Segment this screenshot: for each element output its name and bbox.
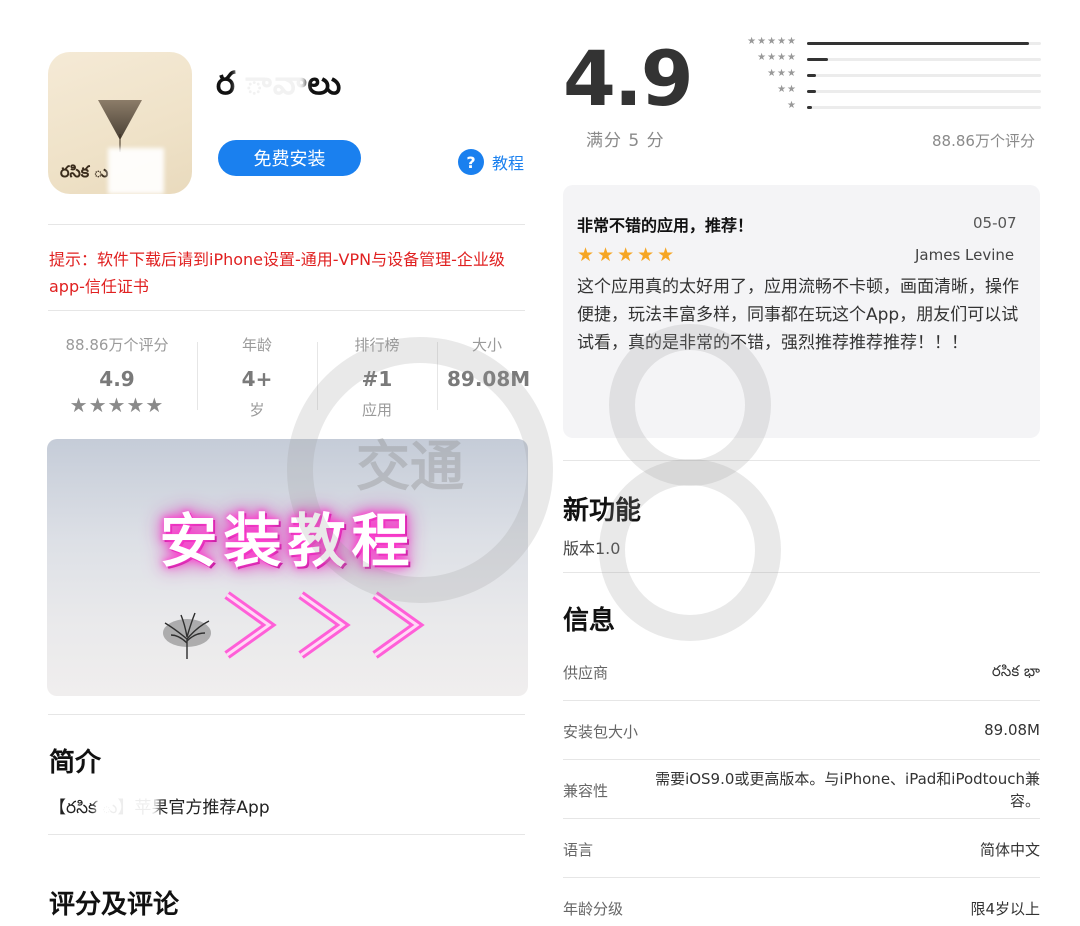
bar-stars: ★★★★: [757, 52, 797, 63]
tutorial-banner[interactable]: 安装教程: [47, 439, 528, 696]
info-label-age: 年龄分级: [563, 900, 624, 918]
app-icon-label: రసిక ు: [60, 162, 109, 181]
out-of-label: 满分 5 分: [586, 131, 665, 151]
stat-sub: 应用: [361, 401, 392, 419]
stat-value: #1: [361, 367, 393, 391]
divider: [563, 572, 1040, 573]
bar-stars: ★: [787, 100, 797, 111]
bar-stars: ★★: [777, 84, 797, 95]
bar-fill: [807, 106, 812, 109]
rating-bar-5: ★★★★★: [732, 36, 1042, 50]
new-features-heading: 新功能: [563, 496, 642, 526]
stat-size: 大小 89.08M: [447, 334, 531, 391]
review-date: 05-07: [973, 214, 1017, 232]
bar-fill: [807, 42, 1030, 45]
bar-track: [807, 58, 1041, 61]
review-author: James Levine: [915, 246, 1015, 264]
stat-age: 年龄 4+ 岁: [217, 334, 297, 420]
privacy-blur: [108, 148, 164, 194]
stat-label: 大小: [471, 336, 502, 354]
divider: [48, 224, 525, 225]
divider: [48, 714, 525, 715]
rating-bar-1: ★: [732, 100, 1042, 114]
rating-bar-2: ★★: [732, 84, 1042, 98]
bar-fill: [807, 90, 817, 93]
bar-fill: [807, 58, 829, 61]
bar-track: [807, 90, 1041, 93]
info-value-language: 简体中文: [979, 841, 1040, 859]
stat-label: 88.86万个评分: [65, 336, 169, 354]
app-icon: రసిక ు: [48, 52, 192, 194]
stat-sub: 岁: [249, 401, 265, 419]
divider: [563, 700, 1040, 701]
review-body: 这个应用真的太好用了，应用流畅不卡顿，画面清晰，操作便捷，玩法丰富多样，同事都在…: [577, 277, 1019, 353]
bar-track: [807, 42, 1041, 45]
help-icon[interactable]: ?: [458, 149, 484, 175]
info-label-size: 安装包大小: [563, 723, 639, 741]
stat-label: 年龄: [241, 336, 272, 354]
bar-stars: ★★★: [767, 68, 797, 79]
star-rating: ★★★★★: [69, 393, 165, 417]
stat-rank: 排行榜 #1 应用: [337, 334, 417, 420]
privacy-blur: [236, 58, 306, 102]
divider: [197, 342, 198, 410]
intro-text: 【రసిక ు】苹果官方推荐App: [49, 798, 270, 818]
funnel-icon: [98, 100, 142, 152]
review-title: 非常不错的应用，推荐！: [577, 216, 754, 235]
divider: [563, 818, 1040, 819]
install-button[interactable]: 免费安装: [218, 140, 361, 176]
reviews-heading: 评分及评论: [49, 890, 180, 920]
tree-icon: [163, 612, 211, 659]
info-label-compat: 兼容性: [563, 782, 609, 800]
divider: [563, 877, 1040, 878]
info-value-size: 89.08M: [984, 721, 1040, 739]
stat-label: 排行榜: [354, 336, 400, 354]
bar-stars: ★★★★★: [747, 36, 797, 47]
stat-value: 4.9: [99, 367, 135, 391]
bar-track: [807, 74, 1041, 77]
stat-value: 89.08M: [447, 367, 531, 391]
stat-value: 4+: [241, 367, 273, 391]
divider: [563, 460, 1040, 461]
average-rating: 4.9: [563, 34, 694, 123]
rating-bar-4: ★★★★: [732, 52, 1042, 66]
rating-bar-3: ★★★: [732, 68, 1042, 82]
chevron-arrows-icon: [224, 591, 425, 659]
review-stars: ★★★★★: [577, 244, 678, 266]
tutorial-link[interactable]: 教程: [492, 150, 524, 174]
info-value-vendor: రసిక భా: [991, 662, 1040, 680]
privacy-blur: [96, 786, 158, 820]
stat-ratings: 88.86万个评分 4.9 ★★★★★: [58, 334, 176, 417]
info-label-vendor: 供应商: [563, 664, 609, 682]
banner-title: 安装教程: [159, 507, 416, 575]
info-heading: 信息: [563, 606, 616, 636]
info-value-age: 限4岁以上: [970, 900, 1040, 918]
divider: [48, 834, 525, 835]
divider: [317, 342, 318, 410]
divider: [563, 759, 1040, 760]
version-label: 版本1.0: [563, 539, 621, 558]
info-value-compat: 需要iOS9.0或更高版本。与iPhone、iPad和iPodtouch兼容。: [655, 770, 1040, 810]
info-label-language: 语言: [563, 841, 594, 859]
bar-track: [807, 106, 1041, 109]
bar-fill: [807, 74, 817, 77]
rating-count: 88.86万个评分: [932, 132, 1035, 150]
divider: [48, 310, 525, 311]
intro-heading: 简介: [49, 748, 102, 778]
divider: [437, 342, 438, 410]
install-tip: 提示：软件下载后请到iPhone设置-通用-VPN与设备管理-企业级app-信任…: [49, 250, 505, 296]
